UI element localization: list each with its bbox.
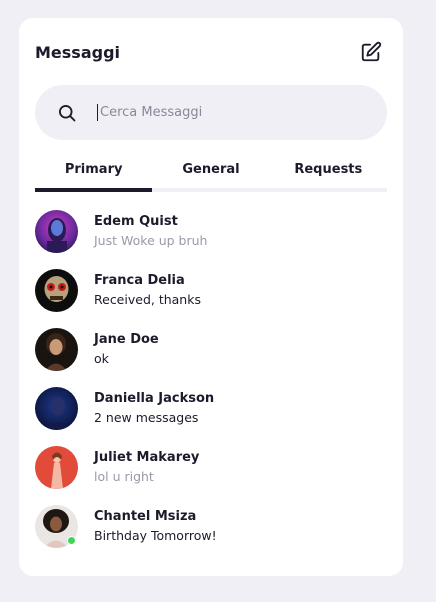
list-item[interactable]: Daniella Jackson 2 new messages: [35, 379, 387, 438]
message-preview: Just Woke up bruh: [94, 232, 208, 248]
conversation-meta: Juliet Makarey lol u right: [94, 449, 199, 487]
conversation-meta: Chantel Msiza Birthday Tomorrow!: [94, 508, 217, 546]
panel-header: Messaggi: [35, 40, 383, 64]
conversation-meta: Jane Doe ok: [94, 331, 159, 369]
message-preview: Received, thanks: [94, 291, 201, 307]
page-title: Messaggi: [35, 42, 121, 62]
tab-primary[interactable]: Primary: [35, 150, 153, 192]
search-input[interactable]: [97, 104, 362, 121]
list-item[interactable]: Jane Doe ok: [35, 320, 387, 379]
avatar: [35, 387, 78, 430]
search-bar: [35, 85, 387, 140]
conversation-meta: Daniella Jackson 2 new messages: [94, 390, 214, 428]
message-preview: 2 new messages: [94, 409, 199, 425]
contact-name: Jane Doe: [94, 331, 159, 347]
online-status-indicator: [67, 536, 76, 545]
tab-general[interactable]: General: [152, 150, 269, 188]
list-item[interactable]: Chantel Msiza Birthday Tomorrow!: [35, 497, 387, 556]
edit-square-icon: [361, 41, 382, 62]
contact-name: Franca Delia: [94, 272, 185, 288]
avatar: [35, 446, 78, 489]
conversation-meta: Franca Delia Received, thanks: [94, 272, 201, 310]
message-preview: Birthday Tomorrow!: [94, 527, 217, 543]
contact-name: Chantel Msiza: [94, 508, 197, 524]
contact-name: Juliet Makarey: [94, 449, 200, 465]
compose-button[interactable]: [359, 40, 383, 64]
message-preview: lol u right: [94, 468, 154, 484]
conversation-list: Edem Quist Just Woke up bruh Franca Deli…: [35, 202, 387, 556]
avatar: [35, 210, 78, 253]
list-item[interactable]: Franca Delia Received, thanks: [35, 261, 387, 320]
tab-requests[interactable]: Requests: [270, 150, 387, 188]
contact-name: Daniella Jackson: [94, 390, 215, 406]
avatar: [35, 328, 78, 371]
message-tabs: Primary General Requests: [35, 150, 387, 192]
messages-panel: Messaggi Primary General Requests: [19, 18, 403, 576]
avatar: [35, 505, 78, 548]
avatar: [35, 269, 78, 312]
list-item[interactable]: Juliet Makarey lol u right: [35, 438, 387, 497]
contact-name: Edem Quist: [94, 213, 178, 229]
message-preview: ok: [94, 350, 109, 366]
conversation-meta: Edem Quist Just Woke up bruh: [94, 213, 207, 251]
list-item[interactable]: Edem Quist Just Woke up bruh: [35, 202, 387, 261]
search-icon[interactable]: [57, 103, 77, 123]
